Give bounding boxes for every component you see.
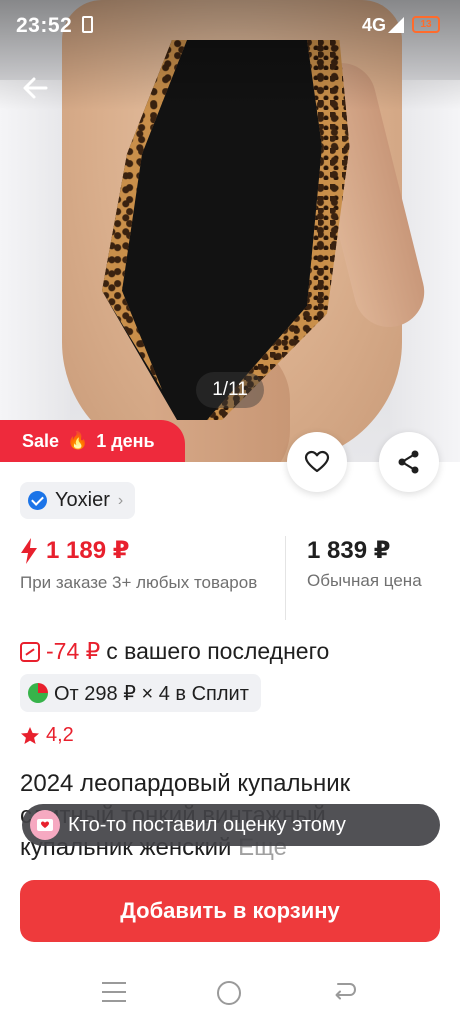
sim-card-icon <box>82 16 93 33</box>
battery-icon: 13 <box>412 16 440 33</box>
recent-apps-button[interactable] <box>102 982 126 1004</box>
star-icon <box>21 726 39 744</box>
fire-icon: 🔥 <box>67 431 89 450</box>
split-icon <box>28 683 48 703</box>
network-type: 4G <box>362 15 387 35</box>
rating[interactable]: 4,2 <box>20 724 74 747</box>
promo-price-note: При заказе 3+ любых товаров <box>20 573 258 592</box>
image-counter: 1/11 <box>196 372 264 408</box>
discount-row[interactable]: -74 ₽ с вашего последнего <box>20 638 329 665</box>
price-divider <box>285 536 286 620</box>
brand-name: Yoxier <box>55 489 110 511</box>
toast-text: Кто-то поставил оценку этому <box>68 813 346 836</box>
split-payment-chip[interactable]: От 298 ₽ × 4 в Сплит <box>20 674 261 712</box>
photo-sheet-left <box>0 80 70 462</box>
chevron-right-icon: › <box>117 491 124 509</box>
promo-price-block: 1 189 ₽ При заказе 3+ любых товаров <box>20 536 282 594</box>
favorite-button[interactable] <box>287 432 347 492</box>
rating-value: 4,2 <box>46 724 74 746</box>
notification-toast: Кто-то поставил оценку этому <box>22 804 440 846</box>
status-time: 23:52 <box>16 14 73 37</box>
discount-icon <box>20 641 40 662</box>
regular-price-block: 1 839 ₽ Обычная цена <box>307 536 422 591</box>
heart-icon <box>304 450 330 473</box>
share-button[interactable] <box>379 432 439 492</box>
sale-badge: Sale 🔥 1 день <box>0 420 185 462</box>
back-button[interactable] <box>18 70 54 106</box>
discount-amount: -74 ₽ <box>46 638 101 664</box>
lightning-icon <box>21 537 37 564</box>
home-button[interactable] <box>217 981 241 1005</box>
arrow-left-icon <box>23 77 48 99</box>
verified-icon <box>28 491 47 510</box>
sale-duration: 1 день <box>96 431 155 451</box>
system-back-button[interactable] <box>332 979 358 1005</box>
status-bar: 23:52 4G 13 <box>0 0 460 52</box>
rating-heart-icon <box>30 810 60 840</box>
envelope-heart-icon <box>37 819 53 831</box>
price-block: 1 189 ₽ При заказе 3+ любых товаров 1 83… <box>20 536 440 620</box>
share-icon <box>398 450 419 474</box>
discount-text: с вашего последнего <box>106 638 330 664</box>
sale-label: Sale <box>22 431 60 451</box>
regular-price: 1 839 ₽ <box>307 537 391 564</box>
signal-icon <box>388 17 404 33</box>
promo-price: 1 189 ₽ <box>46 537 130 564</box>
brand-chip[interactable]: Yoxier › <box>20 482 136 519</box>
regular-price-label: Обычная цена <box>307 571 422 590</box>
promo-price-row: 1 189 ₽ <box>20 536 282 565</box>
system-navigation-bar <box>0 964 460 1024</box>
split-text: От 298 ₽ × 4 в Сплит <box>54 682 249 705</box>
add-to-cart-button[interactable]: Добавить в корзину <box>20 880 440 942</box>
